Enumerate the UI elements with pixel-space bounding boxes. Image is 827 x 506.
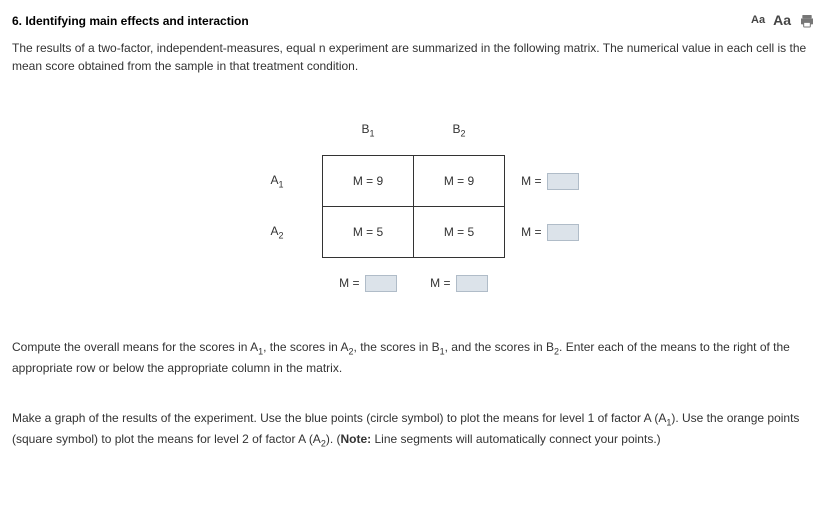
row-mean-a1: M = xyxy=(505,156,596,207)
note-label: Note: xyxy=(341,432,372,446)
compute-paragraph: Compute the overall means for the scores… xyxy=(12,338,815,377)
col-mean-b1: M = xyxy=(323,258,414,309)
means-matrix: B1 B2 A1 M = 9 M = 9 M = A2 M = 5 M = 5 … xyxy=(232,105,595,308)
cell-a1b2: M = 9 xyxy=(414,156,505,207)
col-header-b2: B2 xyxy=(414,105,505,156)
font-increase-icon[interactable]: Aa xyxy=(773,10,791,31)
font-decrease-icon[interactable]: Aa xyxy=(751,12,765,29)
cell-a1b1: M = 9 xyxy=(323,156,414,207)
input-col-mean-b2[interactable] xyxy=(456,275,488,292)
row-mean-a2: M = xyxy=(505,207,596,258)
input-row-mean-a1[interactable] xyxy=(547,173,579,190)
input-col-mean-b1[interactable] xyxy=(365,275,397,292)
cell-a2b2: M = 5 xyxy=(414,207,505,258)
graph-paragraph: Make a graph of the results of the exper… xyxy=(12,409,815,451)
col-header-b1: B1 xyxy=(323,105,414,156)
header-tools: Aa Aa xyxy=(751,10,815,31)
question-title: 6. Identifying main effects and interact… xyxy=(12,12,249,30)
row-header-a2: A2 xyxy=(232,207,323,258)
input-row-mean-a2[interactable] xyxy=(547,224,579,241)
intro-paragraph: The results of a two-factor, independent… xyxy=(12,39,815,75)
row-header-a1: A1 xyxy=(232,156,323,207)
cell-a2b1: M = 5 xyxy=(323,207,414,258)
print-icon[interactable] xyxy=(799,13,815,29)
col-mean-b2: M = xyxy=(414,258,505,309)
